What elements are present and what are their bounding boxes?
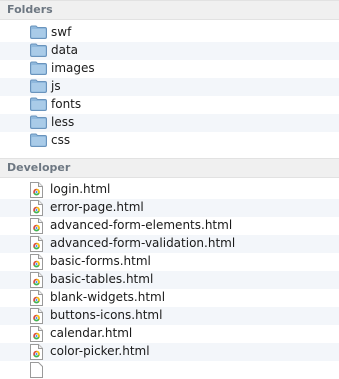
file-item[interactable]: calendar.html bbox=[0, 325, 339, 343]
html-file-icon bbox=[30, 272, 43, 288]
html-file-icon bbox=[30, 308, 43, 324]
html-file-icon bbox=[30, 200, 43, 216]
folder-item-fonts[interactable]: fonts bbox=[0, 96, 339, 114]
file-item[interactable]: error-page.html bbox=[0, 199, 339, 217]
file-item-label: advanced-form-validation.html bbox=[50, 236, 236, 250]
developer-section-header: Developer bbox=[0, 158, 339, 178]
folder-item-data[interactable]: data bbox=[0, 42, 339, 60]
folder-item-css[interactable]: css bbox=[0, 132, 339, 150]
developer-section-title: Developer bbox=[7, 161, 71, 174]
folders-list: swf data images js fonts less css bbox=[0, 24, 339, 150]
file-item[interactable]: basic-tables.html bbox=[0, 271, 339, 289]
folder-item-less[interactable]: less bbox=[0, 114, 339, 132]
file-item-label: basic-tables.html bbox=[50, 272, 154, 286]
file-item-label: color-picker.html bbox=[50, 344, 150, 358]
folder-icon bbox=[30, 79, 47, 93]
file-item[interactable]: color-picker.html bbox=[0, 343, 339, 361]
folder-icon bbox=[30, 25, 47, 39]
folder-item-js[interactable]: js bbox=[0, 78, 339, 96]
folder-item-label: css bbox=[51, 133, 71, 147]
file-item-label: basic-forms.html bbox=[50, 254, 151, 268]
html-file-icon bbox=[30, 218, 43, 234]
file-item-partial[interactable] bbox=[0, 361, 339, 379]
file-item-label: blank-widgets.html bbox=[50, 290, 166, 304]
folder-item-label: fonts bbox=[51, 97, 82, 111]
folder-item-label: js bbox=[51, 79, 61, 93]
folder-item-label: data bbox=[51, 43, 79, 57]
file-item-label: advanced-form-elements.html bbox=[50, 218, 233, 232]
folder-icon bbox=[30, 133, 47, 147]
html-file-icon bbox=[30, 290, 43, 306]
file-item-label: calendar.html bbox=[50, 326, 133, 340]
folder-icon bbox=[30, 61, 47, 75]
file-item[interactable]: basic-forms.html bbox=[0, 253, 339, 271]
file-item-label: buttons-icons.html bbox=[50, 308, 163, 322]
developer-files-list: login.html error-page.html advanced-form… bbox=[0, 181, 339, 379]
html-file-icon bbox=[30, 254, 43, 270]
folder-icon bbox=[30, 97, 47, 111]
html-file-icon bbox=[30, 236, 43, 252]
file-item[interactable]: advanced-form-elements.html bbox=[0, 217, 339, 235]
html-file-icon bbox=[30, 344, 43, 360]
file-item-label: error-page.html bbox=[50, 200, 144, 214]
folder-item-swf[interactable]: swf bbox=[0, 24, 339, 42]
file-item[interactable]: login.html bbox=[0, 181, 339, 199]
folder-item-label: images bbox=[51, 61, 95, 75]
html-file-icon bbox=[30, 326, 43, 342]
folders-section-header: Folders bbox=[0, 0, 339, 20]
file-item[interactable]: advanced-form-validation.html bbox=[0, 235, 339, 253]
folder-item-images[interactable]: images bbox=[0, 60, 339, 78]
folders-section-title: Folders bbox=[7, 3, 53, 16]
file-item[interactable]: blank-widgets.html bbox=[0, 289, 339, 307]
folder-item-label: less bbox=[51, 115, 75, 129]
file-item[interactable]: buttons-icons.html bbox=[0, 307, 339, 325]
folder-item-label: swf bbox=[51, 25, 72, 39]
html-file-icon bbox=[30, 182, 43, 198]
folder-icon bbox=[30, 115, 47, 129]
file-item-label: login.html bbox=[50, 182, 111, 196]
html-file-icon bbox=[30, 362, 43, 378]
folder-icon bbox=[30, 43, 47, 57]
